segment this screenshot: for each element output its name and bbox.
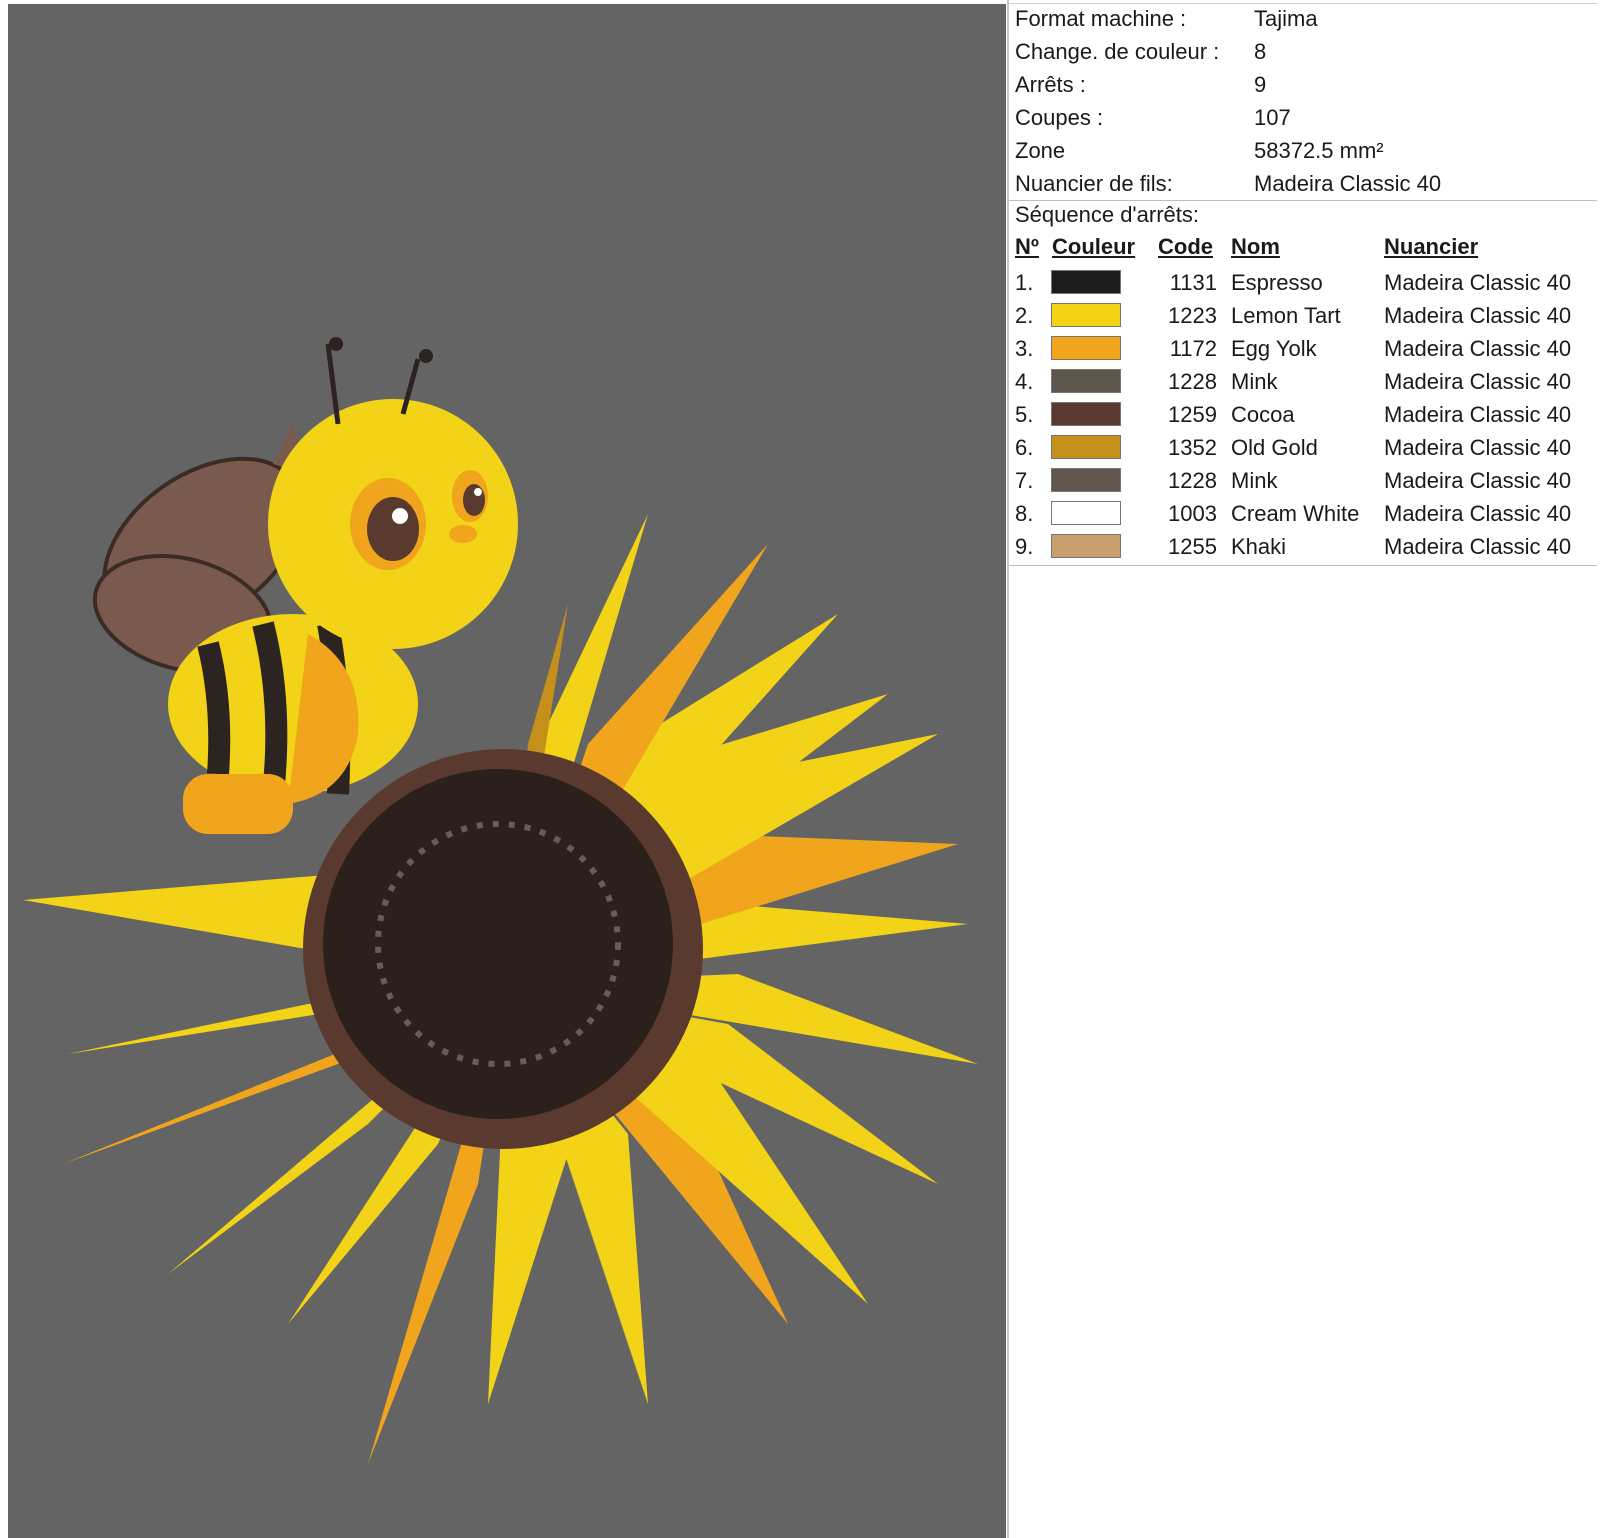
color-swatch xyxy=(1051,270,1121,294)
thread-code: 1255 xyxy=(1168,534,1217,559)
color-swatch xyxy=(1051,501,1121,525)
row-number: 3. xyxy=(1015,336,1034,361)
thread-name: Egg Yolk xyxy=(1231,336,1317,361)
row-number: 4. xyxy=(1015,369,1034,394)
thread-code: 1003 xyxy=(1168,501,1217,526)
thread-name: Khaki xyxy=(1231,534,1287,559)
thread-name: Lemon Tart xyxy=(1231,303,1341,328)
thread-name: Mink xyxy=(1231,468,1278,493)
color-swatch xyxy=(1051,336,1121,360)
info-label: Change. de couleur : xyxy=(1015,39,1220,64)
row-number: 9. xyxy=(1015,534,1034,559)
thread-chart: Madeira Classic 40 xyxy=(1384,402,1572,427)
table-row: 4. 1228 Mink Madeira Classic 40 xyxy=(1009,365,1597,398)
column-header-color: Couleur xyxy=(1052,234,1136,259)
thread-name: Espresso xyxy=(1231,270,1323,295)
row-number: 5. xyxy=(1015,402,1034,427)
table-bottom-divider xyxy=(1009,565,1597,566)
thread-code: 1259 xyxy=(1168,402,1217,427)
table-row: 3. 1172 Egg Yolk Madeira Classic 40 xyxy=(1009,332,1597,365)
thread-name: Cream White xyxy=(1231,501,1360,526)
info-value: 8 xyxy=(1254,39,1267,64)
thread-code: 1228 xyxy=(1168,369,1217,394)
thread-chart: Madeira Classic 40 xyxy=(1384,468,1572,493)
info-label: Coupes : xyxy=(1015,105,1104,130)
thread-code: 1352 xyxy=(1168,435,1217,460)
design-info-panel: Format machine : Tajima Change. de coule… xyxy=(1007,0,1597,1538)
info-value: Madeira Classic 40 xyxy=(1254,171,1442,196)
row-number: 7. xyxy=(1015,468,1034,493)
sequence-title: Séquence d'arrêts: xyxy=(1015,202,1199,227)
row-number: 6. xyxy=(1015,435,1034,460)
color-swatch xyxy=(1051,435,1121,459)
info-label: Nuancier de fils: xyxy=(1015,171,1173,196)
thread-name: Mink xyxy=(1231,369,1278,394)
info-value: 9 xyxy=(1254,72,1267,97)
color-swatch xyxy=(1051,369,1121,393)
row-number: 8. xyxy=(1015,501,1034,526)
thread-chart: Madeira Classic 40 xyxy=(1384,369,1572,394)
table-row: 6. 1352 Old Gold Madeira Classic 40 xyxy=(1009,431,1597,464)
table-row: 2. 1223 Lemon Tart Madeira Classic 40 xyxy=(1009,299,1597,332)
thread-code: 1228 xyxy=(1168,468,1217,493)
bee-sunflower-design-image xyxy=(23,337,978,1464)
table-row: 8. 1003 Cream White Madeira Classic 40 xyxy=(1009,497,1597,530)
info-value: Tajima xyxy=(1254,6,1318,31)
column-header-code: Code xyxy=(1158,234,1213,259)
thread-chart: Madeira Classic 40 xyxy=(1384,303,1572,328)
info-value: 58372.5 mm² xyxy=(1254,138,1384,163)
info-label: Format machine : xyxy=(1015,6,1187,31)
thread-chart: Madeira Classic 40 xyxy=(1384,534,1572,559)
table-row: 1. 1131 Espresso Madeira Classic 40 xyxy=(1009,266,1597,299)
thread-code: 1172 xyxy=(1169,336,1217,361)
embroidery-preview xyxy=(8,4,1006,1538)
row-number: 1. xyxy=(1015,270,1034,295)
column-header-chart: Nuancier xyxy=(1384,234,1479,259)
thread-name: Cocoa xyxy=(1231,402,1295,427)
thread-name: Old Gold xyxy=(1231,435,1318,460)
thread-chart: Madeira Classic 40 xyxy=(1384,501,1572,526)
info-label: Zone xyxy=(1015,138,1066,163)
color-swatch xyxy=(1051,468,1121,492)
color-swatch xyxy=(1051,534,1121,558)
info-label: Arrêts : xyxy=(1015,72,1086,97)
thread-chart: Madeira Classic 40 xyxy=(1384,336,1572,361)
color-swatch xyxy=(1051,303,1121,327)
table-row: 9. 1255 Khaki Madeira Classic 40 xyxy=(1009,530,1597,563)
column-header-no: Nº xyxy=(1015,234,1039,259)
info-value: 107 xyxy=(1254,105,1291,130)
column-header-name: Nom xyxy=(1231,234,1280,259)
section-divider xyxy=(1009,200,1597,201)
thread-code: 1223 xyxy=(1168,303,1217,328)
thread-chart: Madeira Classic 40 xyxy=(1384,270,1572,295)
thread-chart: Madeira Classic 40 xyxy=(1384,435,1572,460)
row-number: 2. xyxy=(1015,303,1034,328)
table-row: 5. 1259 Cocoa Madeira Classic 40 xyxy=(1009,398,1597,431)
color-swatch xyxy=(1051,402,1121,426)
thread-code: 1131 xyxy=(1169,270,1217,295)
table-row: 7. 1228 Mink Madeira Classic 40 xyxy=(1009,464,1597,497)
